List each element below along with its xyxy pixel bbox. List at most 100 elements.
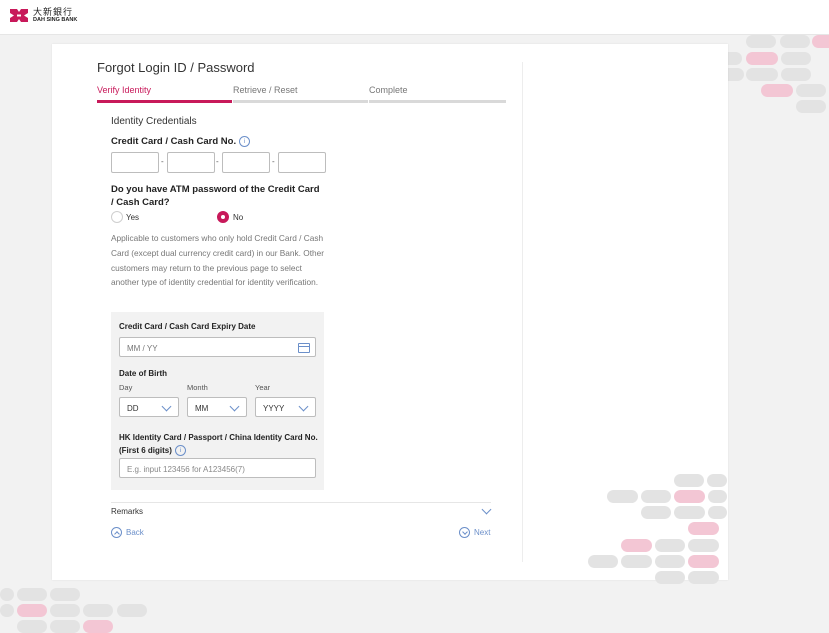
decor-pill xyxy=(83,620,113,633)
card-number-input-1[interactable] xyxy=(111,152,159,173)
decor-pill xyxy=(17,588,47,601)
id-card-label: HK Identity Card / Passport / China Iden… xyxy=(119,431,319,457)
chevron-up-icon xyxy=(111,527,122,538)
decor-pill xyxy=(50,604,80,617)
decor-pill xyxy=(641,506,671,519)
day-label: Day xyxy=(119,383,133,392)
card-number-separator: - xyxy=(272,157,275,166)
decor-pill xyxy=(641,490,671,503)
page-title: Forgot Login ID / Password xyxy=(97,60,255,75)
decor-pill xyxy=(621,555,652,568)
month-value: MM xyxy=(195,404,209,413)
decor-pill xyxy=(17,604,47,617)
decor-pill xyxy=(83,604,113,617)
month-select[interactable]: MM xyxy=(187,397,247,417)
vertical-divider xyxy=(522,62,523,562)
day-value: DD xyxy=(127,404,139,413)
eligibility-description: Applicable to customers who only hold Cr… xyxy=(111,233,325,288)
expiry-label: Credit Card / Cash Card Expiry Date xyxy=(119,322,256,331)
decor-pill xyxy=(655,539,685,552)
decor-pill xyxy=(50,620,80,633)
back-label: Back xyxy=(126,528,144,537)
decor-pill xyxy=(655,555,685,568)
step-bar-retrieve xyxy=(233,100,368,103)
day-select[interactable]: DD xyxy=(119,397,179,417)
bank-logo[interactable]: 大新銀行 DAH SING BANK xyxy=(9,8,77,24)
id-card-input[interactable]: E.g. input 123456 for A123456(7) xyxy=(119,458,316,478)
radio-no[interactable] xyxy=(217,211,229,223)
info-icon[interactable]: i xyxy=(174,445,186,457)
decor-pill xyxy=(708,490,727,503)
decor-pill xyxy=(674,506,705,519)
decor-pill xyxy=(688,522,719,535)
expiry-date-field[interactable]: MM / YY xyxy=(119,337,316,357)
decor-pill xyxy=(761,84,793,97)
step-retrieve-reset: Retrieve / Reset xyxy=(233,85,298,95)
decor-pill xyxy=(674,490,705,503)
info-icon[interactable]: i xyxy=(239,136,251,147)
decor-pill xyxy=(746,35,776,48)
next-button[interactable]: Next xyxy=(459,527,490,538)
card-number-label: Credit Card / Cash Card No. i xyxy=(111,136,251,148)
decor-pill xyxy=(117,604,147,617)
step-complete: Complete xyxy=(369,85,408,95)
year-value: YYYY xyxy=(263,404,285,413)
decor-pill xyxy=(688,555,719,568)
id-card-label-text: HK Identity Card / Passport / China Iden… xyxy=(119,433,318,455)
decor-pill xyxy=(781,52,811,65)
atm-question-label: Do you have ATM password of the Credit C… xyxy=(111,184,320,208)
radio-yes-label: Yes xyxy=(126,213,140,222)
card-number-label-text: Credit Card / Cash Card No. xyxy=(111,136,237,148)
decor-pill xyxy=(621,539,652,552)
decor-pill xyxy=(50,588,80,601)
decor-pill xyxy=(17,620,47,633)
decor-pill xyxy=(0,588,14,601)
remarks-toggle[interactable]: Remarks xyxy=(111,507,143,516)
decor-pill xyxy=(812,35,829,48)
year-label: Year xyxy=(255,383,271,392)
decor-pill xyxy=(607,490,638,503)
radio-yes[interactable] xyxy=(111,211,123,223)
decor-pill xyxy=(588,555,618,568)
expiry-placeholder: MM / YY xyxy=(127,344,158,353)
decor-pill xyxy=(781,68,811,81)
dob-label: Date of Birth xyxy=(119,369,167,378)
card-number-input-4[interactable] xyxy=(278,152,326,173)
decor-pill xyxy=(688,539,719,552)
chevron-down-icon xyxy=(459,527,470,538)
section-heading: Identity Credentials xyxy=(111,116,197,127)
card-number-input-3[interactable] xyxy=(222,152,270,173)
radio-no-label: No xyxy=(233,213,244,222)
decor-pill xyxy=(688,571,719,584)
card-number-separator: - xyxy=(161,157,164,166)
top-bar: 大新銀行 DAH SING BANK xyxy=(0,0,829,35)
bank-name-en: DAH SING BANK xyxy=(33,17,78,23)
step-verify-identity: Verify Identity xyxy=(97,85,152,95)
decor-pill xyxy=(655,571,685,584)
card-number-separator: - xyxy=(216,157,219,166)
next-label: Next xyxy=(474,528,491,537)
decor-pill xyxy=(708,506,727,519)
decor-pill xyxy=(707,474,727,487)
decor-pill xyxy=(796,100,826,113)
year-select[interactable]: YYYY xyxy=(255,397,316,417)
id-card-placeholder: E.g. input 123456 for A123456(7) xyxy=(127,465,245,474)
decor-pill xyxy=(746,52,778,65)
decor-pill xyxy=(674,474,704,487)
back-button[interactable]: Back xyxy=(111,527,144,538)
calendar-icon[interactable] xyxy=(298,343,310,353)
decor-pill xyxy=(780,35,810,48)
decor-pill xyxy=(0,604,14,617)
chevron-down-icon xyxy=(161,401,172,412)
bank-name-cn: 大新銀行 xyxy=(33,7,74,17)
decor-pill xyxy=(746,68,778,81)
step-bar-complete xyxy=(369,100,506,103)
chevron-down-icon xyxy=(298,401,309,412)
month-label: Month xyxy=(187,383,208,392)
decor-pill xyxy=(796,84,826,97)
card-number-input-2[interactable] xyxy=(167,152,215,173)
remarks-divider xyxy=(111,502,491,503)
bank-logo-icon xyxy=(10,9,28,23)
chevron-down-icon xyxy=(229,401,240,412)
step-bar-verify xyxy=(97,100,232,103)
